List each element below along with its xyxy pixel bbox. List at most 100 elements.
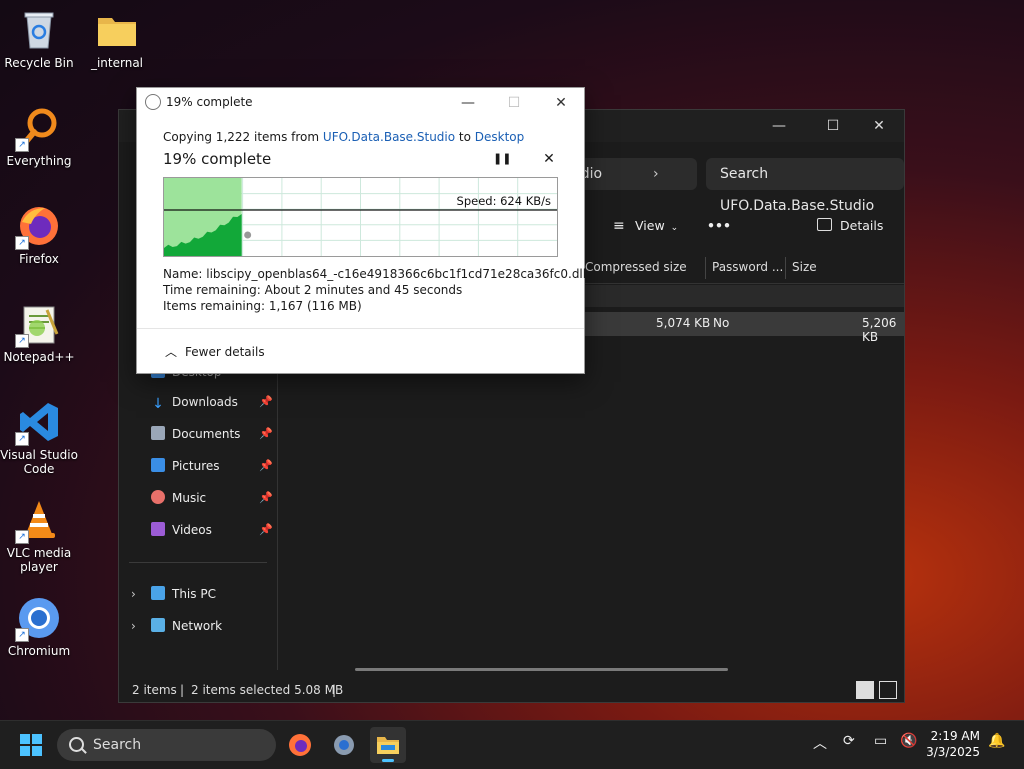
- clock-time: 2:19 AM: [930, 729, 980, 743]
- column-header-compressed-size[interactable]: Compressed size: [585, 260, 687, 274]
- source-link[interactable]: UFO.Data.Base.Studio: [323, 130, 455, 144]
- network-tray-icon[interactable]: ▭: [874, 733, 887, 749]
- taskbar-firefox[interactable]: [282, 727, 318, 763]
- desktop-icon-label: Visual Studio Code: [0, 448, 78, 476]
- volume-muted-icon[interactable]: 🔇: [900, 733, 917, 749]
- nav-item-pictures[interactable]: Pictures: [151, 455, 220, 477]
- nav-item-downloads[interactable]: ↓ Downloads: [151, 391, 238, 413]
- dialog-title-bar: 19% complete — ☐ ✕: [137, 88, 584, 118]
- chevron-up-icon: ︿: [165, 345, 178, 359]
- pin-icon[interactable]: 📌: [259, 395, 273, 408]
- view-button[interactable]: ≡ View ⌄: [613, 216, 678, 238]
- taskbar-settings[interactable]: [326, 727, 362, 763]
- copy-progress-icon: [145, 94, 161, 110]
- copy-progress-dialog: 19% complete — ☐ ✕ Copying 1,222 items f…: [136, 87, 586, 374]
- speed-readout: Speed: 624 KB/s: [456, 194, 551, 208]
- notepadpp-icon: ↗: [15, 302, 61, 348]
- chromium-icon: ↗: [15, 596, 61, 642]
- details-view-icon[interactable]: [856, 681, 874, 699]
- system-clock[interactable]: 2:19 AM 3/3/2025: [926, 728, 980, 760]
- network-icon: [151, 618, 165, 632]
- time-remaining-line: Time remaining: About 2 minutes and 45 s…: [163, 283, 463, 297]
- everything-search-icon: ↗: [15, 106, 61, 152]
- notifications-icon[interactable]: 🔔: [988, 733, 1005, 749]
- desktop-icon-vlc[interactable]: ↗ VLC media player: [0, 498, 78, 574]
- pictures-icon: [151, 458, 165, 472]
- update-icon[interactable]: ⟳: [843, 733, 855, 749]
- dialog-divider: [137, 328, 584, 329]
- nav-item-this-pc[interactable]: This PC: [151, 583, 216, 605]
- shortcut-arrow-icon: ↗: [15, 334, 29, 348]
- status-item-count: 2 items: [132, 683, 177, 697]
- start-button[interactable]: [20, 734, 42, 756]
- desktop-icon-internal[interactable]: _internal: [78, 8, 156, 70]
- desktop-icon-vscode[interactable]: ↗ Visual Studio Code: [0, 400, 78, 476]
- active-app-indicator: [382, 759, 394, 762]
- desktop-icon-label: Notepad++: [3, 350, 75, 364]
- search-box[interactable]: Search UFO.Data.Base.Studio: [706, 158, 904, 214]
- pin-icon[interactable]: 📌: [259, 427, 273, 440]
- tiles-view-icon[interactable]: [879, 681, 897, 699]
- navigation-pane: Desktop ↓Downloads 📌 Documents 📌 Picture…: [119, 350, 278, 670]
- chevron-right-icon[interactable]: ›: [131, 587, 136, 601]
- pause-button[interactable]: ❚❚: [493, 150, 511, 168]
- shortcut-arrow-icon: ↗: [15, 628, 29, 642]
- items-remaining-line: Items remaining: 1,167 (116 MB): [163, 299, 362, 313]
- dialog-minimize-button[interactable]: —: [453, 93, 483, 113]
- view-label: View: [635, 218, 665, 233]
- speed-graph-canvas: [164, 178, 557, 256]
- explorer-minimize-button[interactable]: —: [764, 116, 794, 136]
- dialog-close-button[interactable]: ✕: [546, 93, 576, 113]
- desktop-icon-notepadpp[interactable]: ↗ Notepad++: [0, 302, 78, 364]
- pin-icon[interactable]: 📌: [259, 523, 273, 536]
- shortcut-arrow-icon: ↗: [15, 432, 29, 446]
- desktop-icon-label: _internal: [90, 56, 144, 70]
- desktop-icon-firefox[interactable]: ↗ Firefox: [0, 204, 78, 266]
- desktop-icon-label: Everything: [6, 154, 72, 168]
- desktop-icon-everything[interactable]: ↗ Everything: [0, 106, 78, 168]
- more-options-button[interactable]: •••: [707, 216, 731, 236]
- desktop-icon-label: VLC media player: [6, 546, 72, 574]
- status-bar: 2 items | 2 items selected 5.08 MB |: [119, 678, 904, 702]
- cell-size: 5,206 KB: [862, 316, 897, 344]
- desktop-icon-recycle-bin[interactable]: Recycle Bin: [0, 8, 78, 70]
- desktop-icon-label: Chromium: [7, 644, 71, 658]
- destination-link[interactable]: Desktop: [475, 130, 525, 144]
- address-chevron-icon[interactable]: ›: [653, 158, 659, 190]
- column-header-password[interactable]: Password ...: [712, 260, 783, 274]
- nav-item-music[interactable]: Music: [151, 487, 206, 509]
- progress-marker: [244, 231, 252, 239]
- shortcut-arrow-icon: ↗: [15, 530, 29, 544]
- pin-icon[interactable]: 📌: [259, 459, 273, 472]
- taskbar-file-explorer[interactable]: [370, 727, 406, 763]
- clock-date: 3/3/2025: [926, 745, 980, 759]
- explorer-maximize-button[interactable]: ☐: [818, 116, 848, 136]
- chevron-right-icon[interactable]: ›: [131, 619, 136, 633]
- desktop-icon-label: Firefox: [19, 252, 59, 266]
- shortcut-arrow-icon: ↗: [15, 138, 29, 152]
- column-header-size[interactable]: Size: [792, 260, 817, 274]
- desktop-icon-label: Recycle Bin: [4, 56, 74, 70]
- horizontal-scrollbar[interactable]: [355, 668, 728, 671]
- chevron-up-icon[interactable]: ︿: [813, 733, 827, 753]
- pin-icon[interactable]: 📌: [259, 491, 273, 504]
- gear-icon: [334, 735, 354, 755]
- nav-item-documents[interactable]: Documents: [151, 423, 240, 445]
- music-icon: [151, 490, 165, 504]
- taskbar-search[interactable]: Search: [57, 729, 276, 761]
- progress-heading: 19% complete: [163, 150, 272, 168]
- nav-item-videos[interactable]: Videos: [151, 519, 212, 541]
- folder-icon: [95, 8, 139, 52]
- dialog-title: 19% complete: [166, 95, 253, 109]
- details-pane-button[interactable]: Details: [817, 216, 883, 236]
- desktop-icon-chromium[interactable]: ↗ Chromium: [0, 596, 78, 658]
- firefox-icon: [289, 734, 311, 756]
- details-label: Details: [840, 218, 884, 233]
- cancel-button[interactable]: ✕: [540, 150, 558, 168]
- speed-graph: Speed: 624 KB/s: [163, 177, 558, 257]
- windows-logo-icon: [20, 734, 42, 756]
- fewer-details-button[interactable]: ︿ Fewer details: [165, 343, 265, 360]
- explorer-close-button[interactable]: ✕: [864, 116, 894, 136]
- folder-icon: [377, 737, 399, 754]
- nav-item-network[interactable]: Network: [151, 615, 222, 637]
